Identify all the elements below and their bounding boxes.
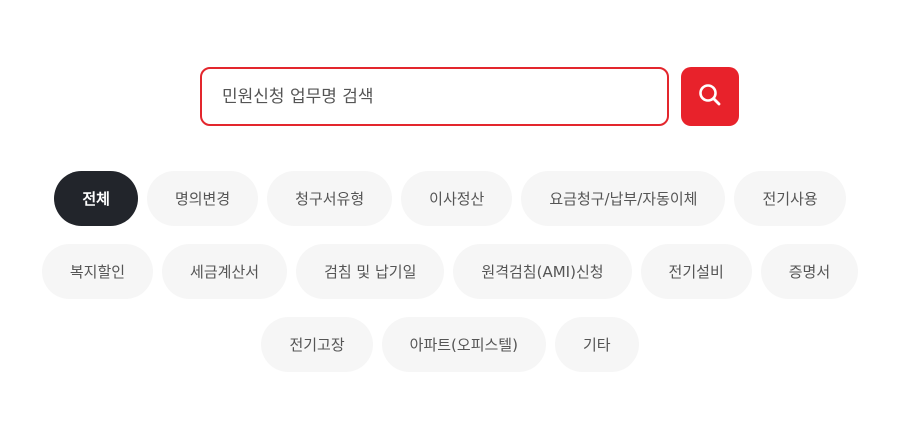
category-chip-electrical-equipment[interactable]: 전기설비 — [640, 244, 752, 299]
category-chip-all[interactable]: 전체 — [54, 171, 138, 226]
category-chip-certificate[interactable]: 증명서 — [760, 244, 859, 299]
category-chip-welfare-discount[interactable]: 복지할인 — [41, 244, 154, 299]
search-input[interactable] — [222, 86, 667, 107]
search-area — [200, 67, 739, 126]
search-icon — [697, 82, 723, 111]
category-chip-bill-type[interactable]: 청구서유형 — [267, 171, 393, 226]
category-chip-power-failure[interactable]: 전기고장 — [261, 317, 373, 372]
category-chip-ami-request[interactable]: 원격검침(AMI)신청 — [453, 244, 632, 299]
category-chip-move-settlement[interactable]: 이사정산 — [401, 171, 513, 226]
search-box[interactable] — [200, 67, 669, 126]
category-chip-apartment[interactable]: 아파트(오피스텔) — [381, 317, 546, 372]
category-chip-other[interactable]: 기타 — [554, 317, 639, 372]
chip-row: 전체 명의변경 청구서유형 이사정산 요금청구/납부/자동이체 전기사용 — [0, 171, 900, 226]
search-button[interactable] — [681, 67, 739, 126]
category-chip-tax-invoice[interactable]: 세금계산서 — [162, 244, 288, 299]
chip-row: 전기고장 아파트(오피스텔) 기타 — [0, 317, 900, 372]
category-chip-billing-payment[interactable]: 요금청구/납부/자동이체 — [521, 171, 726, 226]
category-chip-electricity-use[interactable]: 전기사용 — [734, 171, 846, 226]
category-chips: 전체 명의변경 청구서유형 이사정산 요금청구/납부/자동이체 전기사용 복지할… — [0, 171, 900, 390]
chip-row: 복지할인 세금계산서 검침 및 납기일 원격검침(AMI)신청 전기설비 증명서 — [0, 244, 900, 299]
category-chip-name-change[interactable]: 명의변경 — [146, 171, 259, 226]
category-chip-meter-due-date[interactable]: 검침 및 납기일 — [296, 244, 445, 299]
